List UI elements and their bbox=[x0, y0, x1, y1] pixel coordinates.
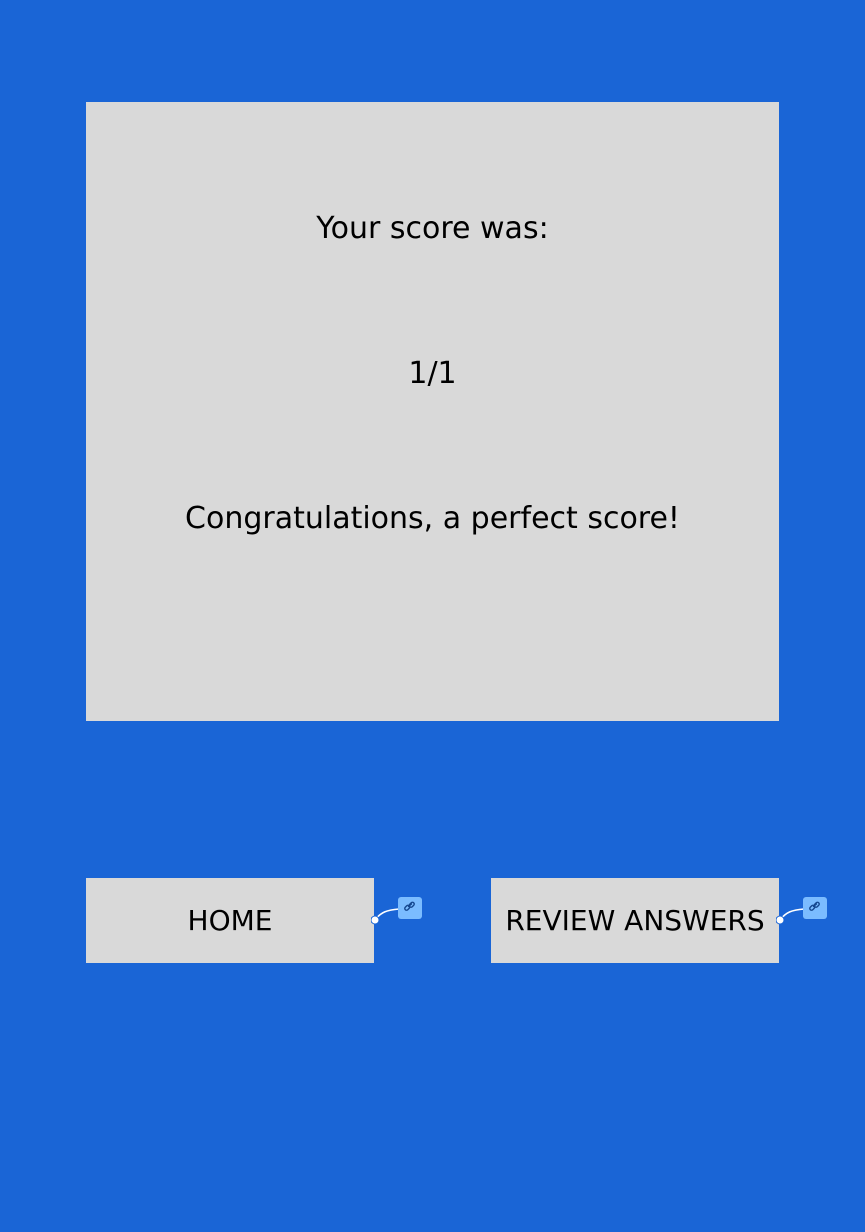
review-answers-button[interactable]: REVIEW ANSWERS bbox=[491, 878, 779, 963]
score-message: Congratulations, a perfect score! bbox=[185, 501, 680, 536]
prototype-link-review[interactable] bbox=[776, 896, 828, 928]
review-answers-button-label: REVIEW ANSWERS bbox=[505, 904, 765, 937]
home-button[interactable]: HOME bbox=[86, 878, 374, 963]
home-button-label: HOME bbox=[187, 904, 273, 937]
score-value: 1/1 bbox=[408, 356, 457, 391]
score-card: Your score was: 1/1 Congratulations, a p… bbox=[86, 102, 779, 721]
score-heading: Your score was: bbox=[316, 211, 549, 246]
prototype-link-home[interactable] bbox=[371, 896, 423, 928]
